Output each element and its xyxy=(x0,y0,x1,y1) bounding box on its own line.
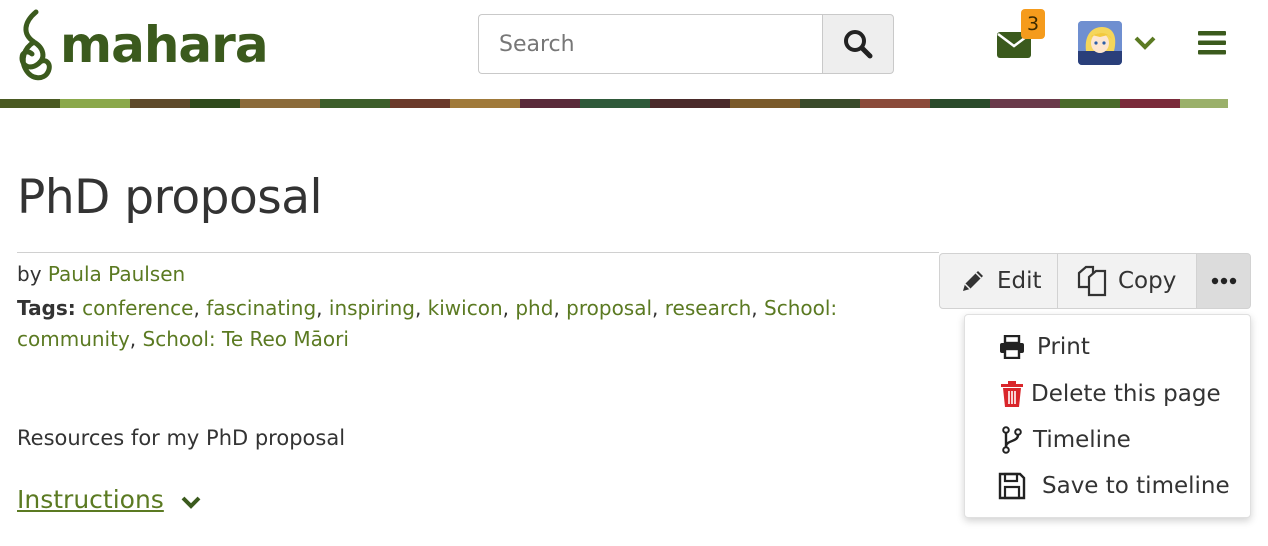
author-line: by Paula Paulsen xyxy=(17,262,185,286)
user-avatar-image xyxy=(1078,21,1122,65)
search-button[interactable] xyxy=(822,14,894,74)
search-icon xyxy=(844,30,873,59)
more-options-menu: Print Delete this page Timeline Save to … xyxy=(964,314,1251,518)
menu-item-label: Delete this page xyxy=(1031,381,1221,407)
notification-count-badge[interactable]: 3 xyxy=(1021,9,1045,39)
pencil-icon xyxy=(963,271,983,291)
chevron-down-icon[interactable] xyxy=(1133,33,1157,53)
branch-icon xyxy=(997,425,1027,455)
site-header: mahara 3 xyxy=(0,0,1268,100)
avatar[interactable] xyxy=(1078,21,1122,65)
copy-icon xyxy=(1077,265,1107,297)
search-input[interactable] xyxy=(478,14,822,74)
copy-button[interactable]: Copy xyxy=(1058,253,1197,309)
edit-button[interactable]: Edit xyxy=(939,253,1058,309)
tags-label: Tags: xyxy=(17,296,76,320)
instructions-link[interactable]: Instructions xyxy=(17,485,164,514)
page-title: PhD proposal xyxy=(17,170,323,225)
menu-item-label: Save to timeline xyxy=(1042,473,1230,499)
menu-item-label: Timeline xyxy=(1033,427,1131,453)
ellipsis-icon xyxy=(1211,277,1236,285)
instructions-toggle[interactable]: Instructions xyxy=(17,485,202,514)
logo-text: mahara xyxy=(60,16,269,74)
by-label: by xyxy=(17,262,42,286)
page-description: Resources for my PhD proposal xyxy=(17,426,346,450)
mahara-logo[interactable]: mahara xyxy=(14,8,284,88)
header-decorative-banner xyxy=(0,99,1268,108)
tag-link[interactable]: kiwicon xyxy=(428,296,503,320)
tag-link[interactable]: research xyxy=(665,296,752,320)
koru-logo-icon xyxy=(19,9,52,81)
tag-link[interactable]: phd xyxy=(515,296,553,320)
print-icon xyxy=(997,332,1027,362)
copy-label: Copy xyxy=(1118,268,1177,294)
edit-label: Edit xyxy=(997,268,1042,294)
tag-link[interactable]: fascinating xyxy=(206,296,316,320)
author-link[interactable]: Paula Paulsen xyxy=(48,262,185,286)
tag-link[interactable]: conference xyxy=(82,296,193,320)
menu-item-timeline[interactable]: Timeline xyxy=(965,420,1252,460)
search-form xyxy=(478,14,894,74)
save-icon xyxy=(997,471,1027,501)
tag-link[interactable]: School: Te Reo Māori xyxy=(143,327,349,351)
hamburger-icon[interactable] xyxy=(1198,30,1226,56)
menu-item-delete[interactable]: Delete this page xyxy=(965,374,1252,414)
more-options-button[interactable] xyxy=(1197,253,1251,309)
title-divider xyxy=(17,252,939,253)
chevron-down-icon[interactable] xyxy=(180,495,202,511)
menu-item-print[interactable]: Print xyxy=(965,327,1252,367)
tag-link[interactable]: inspiring xyxy=(329,296,415,320)
tags-line: Tags: conference, fascinating, inspiring… xyxy=(17,296,838,351)
tag-link[interactable]: proposal xyxy=(566,296,652,320)
trash-icon xyxy=(997,379,1027,409)
page-actions: Edit Copy xyxy=(939,253,1251,309)
menu-item-label: Print xyxy=(1037,334,1090,360)
menu-item-save-to-timeline[interactable]: Save to timeline xyxy=(965,466,1252,506)
